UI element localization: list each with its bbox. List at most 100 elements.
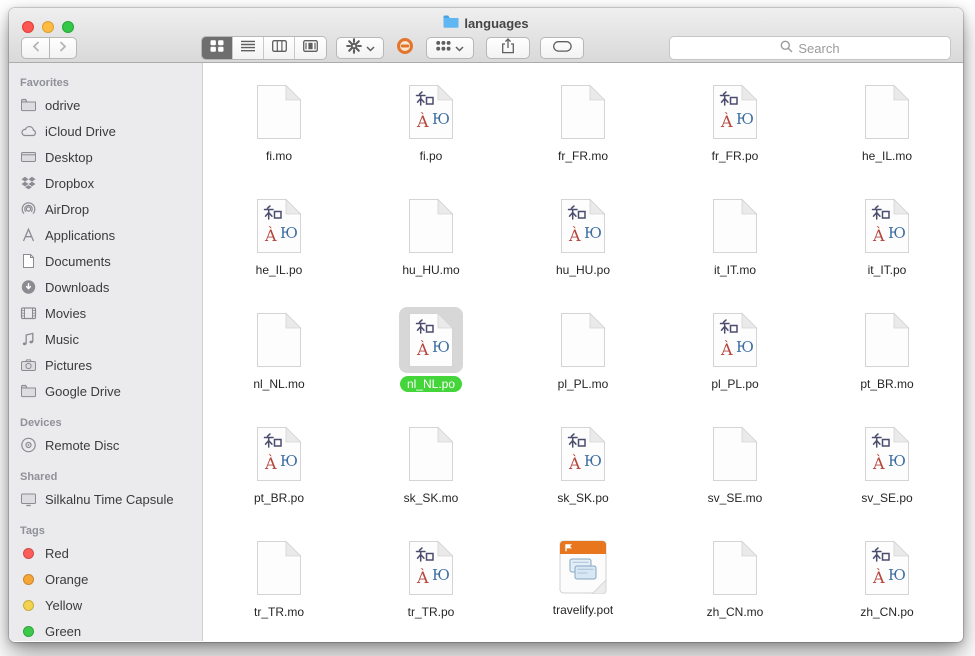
file-item-sv-se-po[interactable]: ÀЮsv_SE.po [811, 415, 963, 529]
list-view-button[interactable] [233, 37, 264, 59]
sidebar-item-airdrop[interactable]: AirDrop [9, 196, 202, 222]
sidebar-item-orange[interactable]: Orange [9, 566, 202, 592]
sidebar-item-google-drive[interactable]: Google Drive [9, 378, 202, 404]
sidebar-item-odrive[interactable]: odrive [9, 92, 202, 118]
back-button[interactable] [21, 37, 49, 59]
file-item-travelify-pot[interactable]: travelify.pot [507, 529, 659, 641]
share-button[interactable] [486, 37, 530, 59]
file-item-tr-tr-po[interactable]: ÀЮtr_TR.po [355, 529, 507, 641]
file-item-tr-tr-mo[interactable]: tr_TR.mo [203, 529, 355, 641]
sidebar-item-documents[interactable]: Documents [9, 248, 202, 274]
view-switcher [201, 36, 327, 60]
list-view-icon [241, 39, 255, 57]
disc-icon [20, 437, 37, 454]
sidebar-item-label: Orange [45, 572, 88, 587]
file-name: it_IT.mo [707, 262, 763, 278]
coverflow-view-button[interactable] [295, 37, 326, 59]
sidebar-item-remote-disc[interactable]: Remote Disc [9, 432, 202, 458]
file-name: sk_SK.po [550, 490, 615, 506]
folder-icon[interactable] [443, 15, 459, 31]
file-item-pl-pl-po[interactable]: ÀЮpl_PL.po [659, 301, 811, 415]
file-item-nl-nl-mo[interactable]: nl_NL.mo [203, 301, 355, 415]
sidebar-item-red[interactable]: Red [9, 540, 202, 566]
sidebar-item-label: Applications [45, 228, 115, 243]
odrive-button[interactable] [392, 37, 418, 59]
blank-document-icon [399, 193, 463, 259]
action-menu-button[interactable] [336, 37, 384, 59]
svg-text:À: À [264, 453, 277, 473]
sidebar-item-music[interactable]: Music [9, 326, 202, 352]
file-item-nl-nl-po[interactable]: ÀЮnl_NL.po [355, 301, 507, 415]
column-view-icon [272, 39, 287, 57]
sidebar-item-yellow[interactable]: Yellow [9, 592, 202, 618]
file-name: pt_BR.mo [853, 376, 920, 392]
gear-icon [346, 38, 362, 59]
chevron-left-icon [32, 39, 40, 57]
svg-text:À: À [720, 111, 733, 131]
file-item-he-il-po[interactable]: ÀЮhe_IL.po [203, 187, 355, 301]
file-item-fi-mo[interactable]: fi.mo [203, 73, 355, 187]
column-view-button[interactable] [264, 37, 295, 59]
sidebar-item-pictures[interactable]: Pictures [9, 352, 202, 378]
arrange-grid-icon [436, 39, 451, 57]
tags-button[interactable] [540, 37, 584, 59]
file-name: it_IT.po [861, 262, 914, 278]
sidebar-item-icloud-drive[interactable]: iCloud Drive [9, 118, 202, 144]
navigation-buttons [21, 37, 77, 59]
file-item-he-il-mo[interactable]: he_IL.mo [811, 73, 963, 187]
file-item-sk-sk-po[interactable]: ÀЮsk_SK.po [507, 415, 659, 529]
sidebar-item-label: Red [45, 546, 69, 561]
sidebar-item-movies[interactable]: Movies [9, 300, 202, 326]
sidebar-item-silkalnu-time-capsule[interactable]: Silkalnu Time Capsule [9, 486, 202, 512]
file-item-pl-pl-mo[interactable]: pl_PL.mo [507, 301, 659, 415]
tag-dot [23, 574, 34, 585]
file-item-pt-br-mo[interactable]: pt_BR.mo [811, 301, 963, 415]
file-item-fi-po[interactable]: ÀЮfi.po [355, 73, 507, 187]
search-input[interactable]: Search [669, 36, 951, 60]
window-title: languages [464, 16, 528, 31]
sidebar-item-green[interactable]: Green [9, 618, 202, 641]
file-item-hu-hu-mo[interactable]: hu_HU.mo [355, 187, 507, 301]
svg-text:Ю: Ю [584, 224, 602, 242]
forward-button[interactable] [49, 37, 77, 59]
sidebar-item-dropbox[interactable]: Dropbox [9, 170, 202, 196]
search-placeholder: Search [798, 41, 839, 56]
sidebar-item-downloads[interactable]: Downloads [9, 274, 202, 300]
file-name: sv_SE.mo [701, 490, 770, 506]
file-name: fi.po [413, 148, 450, 164]
sidebar-item-desktop[interactable]: Desktop [9, 144, 202, 170]
close-button[interactable] [22, 21, 34, 33]
tag-dot [23, 626, 34, 637]
file-item-fr-fr-po[interactable]: ÀЮfr_FR.po [659, 73, 811, 187]
downloads-icon [20, 279, 37, 296]
file-item-hu-hu-po[interactable]: ÀЮhu_HU.po [507, 187, 659, 301]
blank-document-icon [247, 535, 311, 601]
svg-text:À: À [416, 567, 429, 587]
file-item-sk-sk-mo[interactable]: sk_SK.mo [355, 415, 507, 529]
arrange-menu-button[interactable] [426, 37, 474, 59]
file-item-it-it-mo[interactable]: it_IT.mo [659, 187, 811, 301]
file-item-zh-cn-mo[interactable]: zh_CN.mo [659, 529, 811, 641]
sidebar-item-applications[interactable]: Applications [9, 222, 202, 248]
chevron-right-icon [59, 39, 67, 57]
svg-text:Ю: Ю [888, 452, 906, 470]
sidebar-section-heading: Favorites [20, 77, 202, 89]
svg-text:Ю: Ю [432, 566, 450, 584]
file-item-fr-fr-mo[interactable]: fr_FR.mo [507, 73, 659, 187]
blank-document-icon [247, 307, 311, 373]
file-item-pt-br-po[interactable]: ÀЮpt_BR.po [203, 415, 355, 529]
file-item-zh-cn-po[interactable]: ÀЮzh_CN.po [811, 529, 963, 641]
minimize-button[interactable] [42, 21, 54, 33]
file-name: tr_TR.po [401, 604, 462, 620]
svg-text:Ю: Ю [736, 110, 754, 128]
icon-view-button[interactable] [202, 37, 233, 59]
file-item-sv-se-mo[interactable]: sv_SE.mo [659, 415, 811, 529]
translation-document-icon: ÀЮ [855, 421, 919, 487]
file-name: pl_PL.mo [551, 376, 616, 392]
sidebar-item-label: Pictures [45, 358, 92, 373]
zoom-button[interactable] [62, 21, 74, 33]
svg-text:Ю: Ю [736, 338, 754, 356]
poedit-template-icon [549, 535, 617, 599]
file-item-it-it-po[interactable]: ÀЮit_IT.po [811, 187, 963, 301]
file-name: travelify.pot [546, 602, 620, 618]
